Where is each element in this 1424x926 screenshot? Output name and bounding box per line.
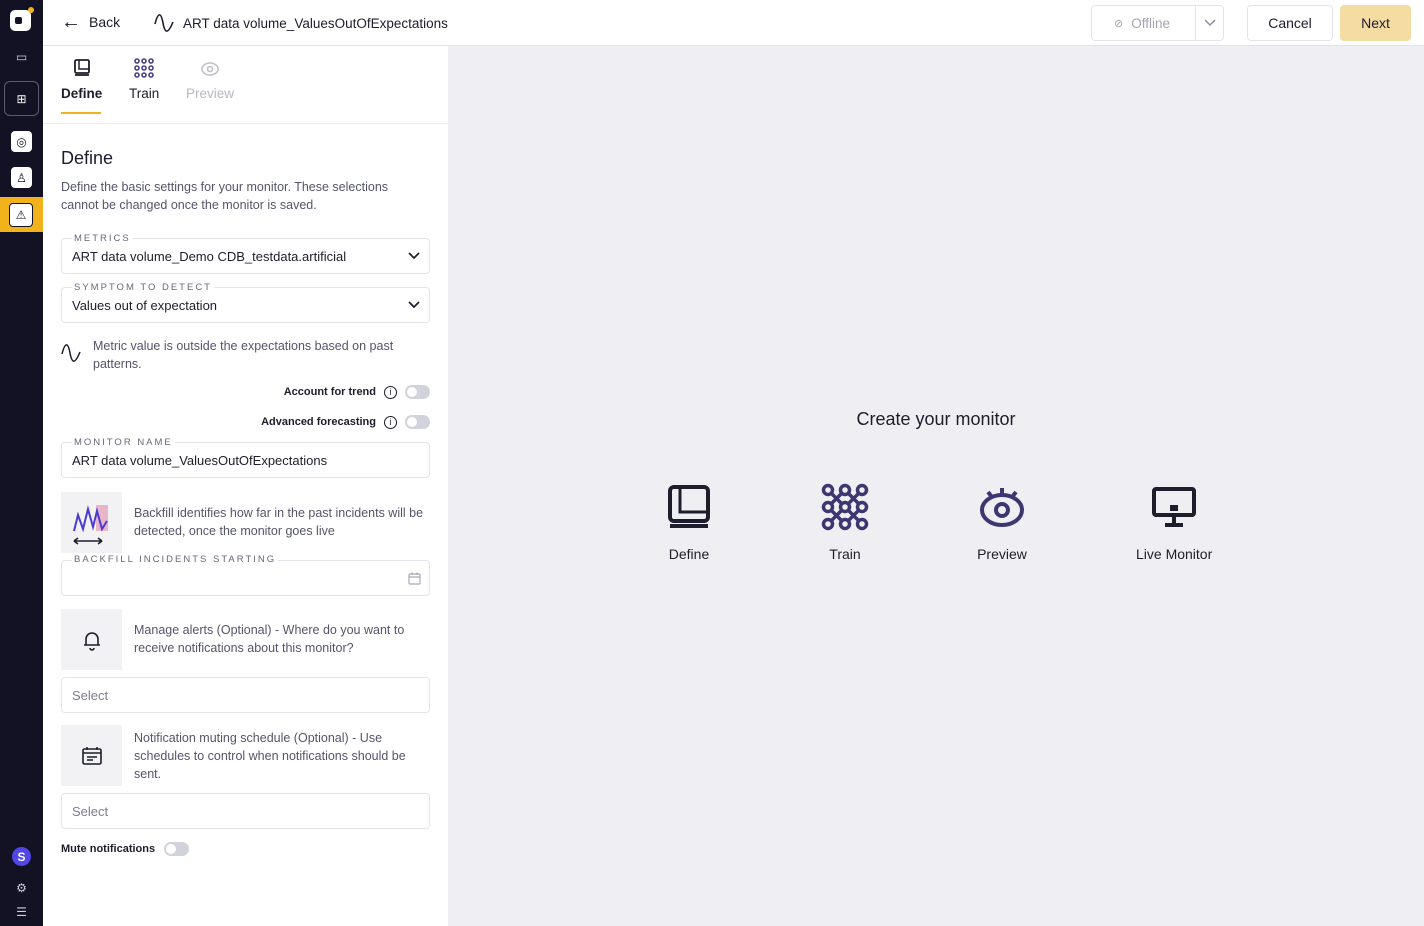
step-train: Train <box>820 482 870 562</box>
left-rail: ▭ ⊞ ◎ ♙ ⚠ S ⚙ ☰ <box>0 0 43 926</box>
mute-notifications-row: Mute notifications <box>61 842 190 856</box>
monitor-name-label: MONITOR NAME <box>72 437 175 448</box>
advanced-forecasting-toggle[interactable] <box>405 415 430 429</box>
step-preview: Preview <box>977 482 1027 562</box>
alerts-card: Manage alerts (Optional) - Where do you … <box>61 609 431 670</box>
tab-preview: Preview <box>186 56 234 101</box>
step-define: Define <box>664 482 714 562</box>
monitors-nav-icon[interactable]: ⊞ <box>4 81 39 116</box>
network-icon <box>132 56 156 80</box>
backfill-note: Backfill identifies how far in the past … <box>134 506 424 538</box>
backfill-card: Backfill identifies how far in the past … <box>61 492 431 553</box>
step-live-monitor: Live Monitor <box>1136 482 1212 562</box>
section-description: Define the basic settings for your monit… <box>61 180 389 212</box>
back-button[interactable]: ← Back <box>61 12 120 32</box>
define-panel: Define Train Preview Define Define the b… <box>43 46 448 926</box>
arrow-left-icon: ← <box>61 11 81 33</box>
metrics-label: METRICS <box>72 233 133 244</box>
monitor-title-text: ART data volume_ValuesOutOfExpectations <box>183 15 448 31</box>
unlink-icon: ⊘ <box>1114 17 1124 30</box>
monitor-icon <box>1149 482 1199 532</box>
info-icon[interactable]: i <box>384 415 397 429</box>
step-tabs: Define Train Preview <box>43 46 448 124</box>
back-label: Back <box>89 14 121 30</box>
symptom-label: SYMPTOM TO DETECT <box>72 282 214 293</box>
info-icon[interactable]: i <box>384 385 397 399</box>
next-button[interactable]: Next <box>1340 5 1411 41</box>
symptom-note-text: Metric value is outside the expectations… <box>93 339 394 371</box>
advanced-forecasting-row: Advanced forecasting i <box>261 415 430 429</box>
gear-icon[interactable]: ⚙ <box>11 877 32 898</box>
tab-define-label: Define <box>61 86 103 101</box>
account-for-trend-label: Account for trend <box>283 386 376 398</box>
mute-notifications-label: Mute notifications <box>61 843 156 855</box>
chevron-down-icon <box>399 301 429 309</box>
notification-dot <box>28 7 34 13</box>
step-preview-label: Preview <box>977 546 1027 562</box>
dashboard-icon[interactable]: ◎ <box>11 131 32 152</box>
tab-train-label: Train <box>129 86 160 101</box>
advanced-forecasting-label: Advanced forecasting <box>261 416 376 428</box>
inbox-icon[interactable]: ▭ <box>11 46 32 67</box>
warning-icon: ⚠ <box>9 203 33 227</box>
step-train-label: Train <box>829 546 861 562</box>
status-dropdown[interactable]: ⊘ Offline <box>1091 5 1224 41</box>
chevron-down-icon <box>399 252 429 260</box>
collapse-menu-icon[interactable]: ☰ <box>11 901 32 922</box>
avatar[interactable]: S <box>12 847 31 866</box>
section-title: Define <box>61 148 114 168</box>
muting-card: Notification muting schedule (Optional) … <box>61 725 431 786</box>
backfill-date-input[interactable] <box>61 560 430 596</box>
app-logo[interactable] <box>10 10 31 31</box>
wave-icon <box>154 14 174 32</box>
top-header: ← Back ART data volume_ValuesOutOfExpect… <box>43 0 1424 46</box>
alerts-select-placeholder: Select <box>72 687 109 703</box>
metrics-value: ART data volume_Demo CDB_testdata.artifi… <box>72 248 347 264</box>
user-icon[interactable]: ♙ <box>11 167 32 188</box>
eye-icon <box>977 482 1027 532</box>
network-icon <box>820 482 870 532</box>
alerts-nav-active[interactable]: ⚠ <box>0 197 43 232</box>
schedule-icon <box>61 725 122 786</box>
chevron-down-icon[interactable] <box>1195 6 1223 40</box>
muting-select-placeholder: Select <box>72 803 109 819</box>
tab-preview-label: Preview <box>186 86 235 101</box>
tab-define[interactable]: Define <box>61 56 102 101</box>
create-monitor-title: Create your monitor <box>856 409 1016 429</box>
cancel-button[interactable]: Cancel <box>1247 5 1333 41</box>
mute-notifications-toggle[interactable] <box>164 842 190 856</box>
step-live-monitor-label: Live Monitor <box>1136 546 1213 562</box>
backfill-label: BACKFILL INCIDENTS STARTING <box>72 554 279 565</box>
book-icon <box>70 56 94 80</box>
step-define-label: Define <box>668 546 710 562</box>
eye-icon <box>198 56 222 80</box>
alerts-select[interactable]: Select <box>61 677 430 713</box>
bell-icon <box>61 609 122 670</box>
muting-note: Notification muting schedule (Optional) … <box>134 731 406 781</box>
book-icon <box>664 482 714 532</box>
account-for-trend-toggle[interactable] <box>405 385 430 399</box>
monitor-name-value: ART data volume_ValuesOutOfExpectations <box>72 452 328 468</box>
symptom-note: Metric value is outside the expectations… <box>61 336 411 373</box>
muting-select[interactable]: Select <box>61 793 430 829</box>
tab-train[interactable]: Train <box>129 56 159 101</box>
monitor-title: ART data volume_ValuesOutOfExpectations <box>153 12 448 34</box>
status-label: Offline <box>1131 15 1170 31</box>
alerts-note: Manage alerts (Optional) - Where do you … <box>134 623 405 655</box>
tab-active-indicator <box>61 112 101 114</box>
backfill-chart-icon <box>61 492 122 553</box>
symptom-value: Values out of expectation <box>72 297 218 313</box>
wave-icon <box>61 344 81 362</box>
calendar-icon[interactable] <box>399 572 429 585</box>
account-for-trend-row: Account for trend i <box>284 385 430 399</box>
